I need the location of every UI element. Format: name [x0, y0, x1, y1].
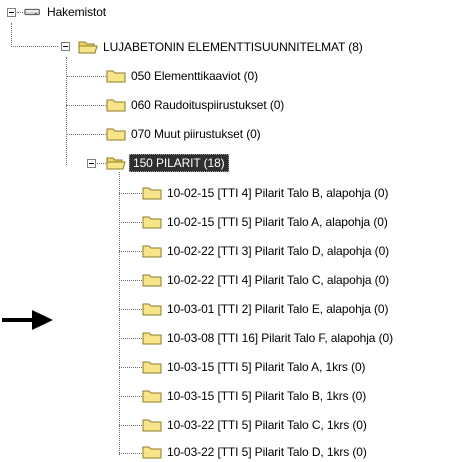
- tree-node-pilarit-item[interactable]: 10-03-22 [TTI 5] Pilarit Talo D, 1krs (0…: [142, 442, 369, 462]
- tree-line: [17, 12, 23, 13]
- collapse-toggle-lujabetonin[interactable]: [61, 42, 70, 51]
- tree-line: [66, 76, 106, 77]
- tree-node-pilarit-item[interactable]: 10-02-22 [TTI 3] Pilarit Talo D, alapohj…: [142, 241, 391, 261]
- tree-line: [119, 396, 142, 397]
- open-folder-icon: [78, 41, 98, 54]
- folder-icon: [142, 303, 162, 316]
- tree-node-pilarit-selected[interactable]: 150 PILARIT (18): [106, 153, 229, 173]
- folder-icon: [106, 70, 126, 83]
- folder-tree: Hakemistot LUJABETONIN ELEMENTTISUUNNITE…: [0, 0, 472, 460]
- tree-node-label: 10-03-15 [TTI 5] Pilarit Talo B, 1krs (0…: [167, 389, 367, 403]
- folder-icon: [106, 128, 126, 141]
- tree-node-050[interactable]: 050 Elementtikaaviot (0): [106, 66, 260, 86]
- folder-icon: [142, 245, 162, 258]
- tree-line: [66, 105, 106, 106]
- tree-node-root[interactable]: Hakemistot: [24, 2, 108, 22]
- collapse-toggle-pilarit[interactable]: [87, 159, 96, 168]
- tree-node-pilarit-item[interactable]: 10-03-15 [TTI 5] Pilarit Talo A, 1krs (0…: [142, 357, 367, 377]
- tree-node-label: Hakemistot: [47, 5, 107, 19]
- tree-node-060[interactable]: 060 Raudoituspiirustukset (0): [106, 95, 286, 115]
- tree-node-label: 10-03-22 [TTI 5] Pilarit Talo D, 1krs (0…: [167, 445, 367, 459]
- tree-line: [119, 425, 142, 426]
- tree-line: [119, 280, 142, 281]
- tree-node-pilarit-item[interactable]: 10-03-08 [TTI 16] Pilarit Talo F, alapoh…: [142, 328, 395, 348]
- tree-line: [119, 367, 142, 368]
- tree-line: [119, 309, 142, 310]
- tree-line: [11, 23, 12, 45]
- tree-node-pilarit-item[interactable]: 10-02-22 [TTI 4] Pilarit Talo C, alapohj…: [142, 270, 391, 290]
- collapse-toggle-root[interactable]: [7, 8, 16, 17]
- folder-icon: [142, 274, 162, 287]
- drive-icon: [24, 8, 40, 16]
- tree-node-label: 050 Elementtikaaviot (0): [131, 69, 258, 83]
- tree-node-pilarit-item[interactable]: 10-03-22 [TTI 5] Pilarit Talo C, 1krs (0…: [142, 415, 369, 435]
- tree-node-070[interactable]: 070 Muut piirustukset (0): [106, 124, 263, 144]
- tree-node-label: 10-02-22 [TTI 3] Pilarit Talo D, alapohj…: [167, 244, 390, 258]
- tree-node-label: 060 Raudoituspiirustukset (0): [131, 98, 285, 112]
- tree-node-label: LUJABETONIN ELEMENTTISUUNNITELMAT (8): [103, 40, 363, 54]
- tree-node-label: 10-02-15 [TTI 4] Pilarit Talo B, alapohj…: [167, 186, 389, 200]
- tree-node-label: 10-03-08 [TTI 16] Pilarit Talo F, alapoh…: [167, 331, 393, 345]
- tree-node-pilarit-item[interactable]: 10-03-15 [TTI 5] Pilarit Talo B, 1krs (0…: [142, 386, 368, 406]
- tree-line: [119, 453, 142, 454]
- tree-line: [119, 222, 142, 223]
- tree-node-lujabetonin[interactable]: LUJABETONIN ELEMENTTISUUNNITELMAT (8): [78, 37, 365, 57]
- tree-line: [119, 172, 120, 455]
- folder-icon: [142, 390, 162, 403]
- tree-node-pilarit-item[interactable]: 10-02-15 [TTI 4] Pilarit Talo B, alapohj…: [142, 183, 390, 203]
- open-folder-icon: [106, 157, 126, 170]
- folder-icon: [142, 361, 162, 374]
- tree-node-label: 10-03-15 [TTI 5] Pilarit Talo A, 1krs (0…: [167, 360, 366, 374]
- tree-line: [119, 193, 142, 194]
- tree-node-pilarit-item[interactable]: 10-03-01 [TTI 2] Pilarit Talo E, alapohj…: [142, 299, 390, 319]
- tree-node-label: 150 PILARIT (18): [129, 154, 229, 172]
- tree-line: [66, 134, 106, 135]
- folder-icon: [142, 216, 162, 229]
- folder-icon: [106, 99, 126, 112]
- tree-node-label: 10-03-01 [TTI 2] Pilarit Talo E, alapohj…: [167, 302, 389, 316]
- tree-node-label: 10-02-15 [TTI 5] Pilarit Talo A, alapohj…: [167, 215, 388, 229]
- folder-icon: [142, 332, 162, 345]
- folder-icon: [142, 446, 162, 459]
- tree-node-pilarit-item[interactable]: 10-02-15 [TTI 5] Pilarit Talo A, alapohj…: [142, 212, 390, 232]
- tree-node-label: 10-02-22 [TTI 4] Pilarit Talo C, alapohj…: [167, 273, 390, 287]
- folder-icon: [142, 419, 162, 432]
- tree-line: [119, 251, 142, 252]
- tree-line: [119, 338, 142, 339]
- tree-line: [66, 57, 67, 165]
- tree-line: [11, 46, 58, 47]
- tree-node-label: 070 Muut piirustukset (0): [131, 127, 261, 141]
- tree-node-label: 10-03-22 [TTI 5] Pilarit Talo C, 1krs (0…: [167, 418, 367, 432]
- arrow-right-icon: [2, 310, 53, 330]
- folder-icon: [142, 187, 162, 200]
